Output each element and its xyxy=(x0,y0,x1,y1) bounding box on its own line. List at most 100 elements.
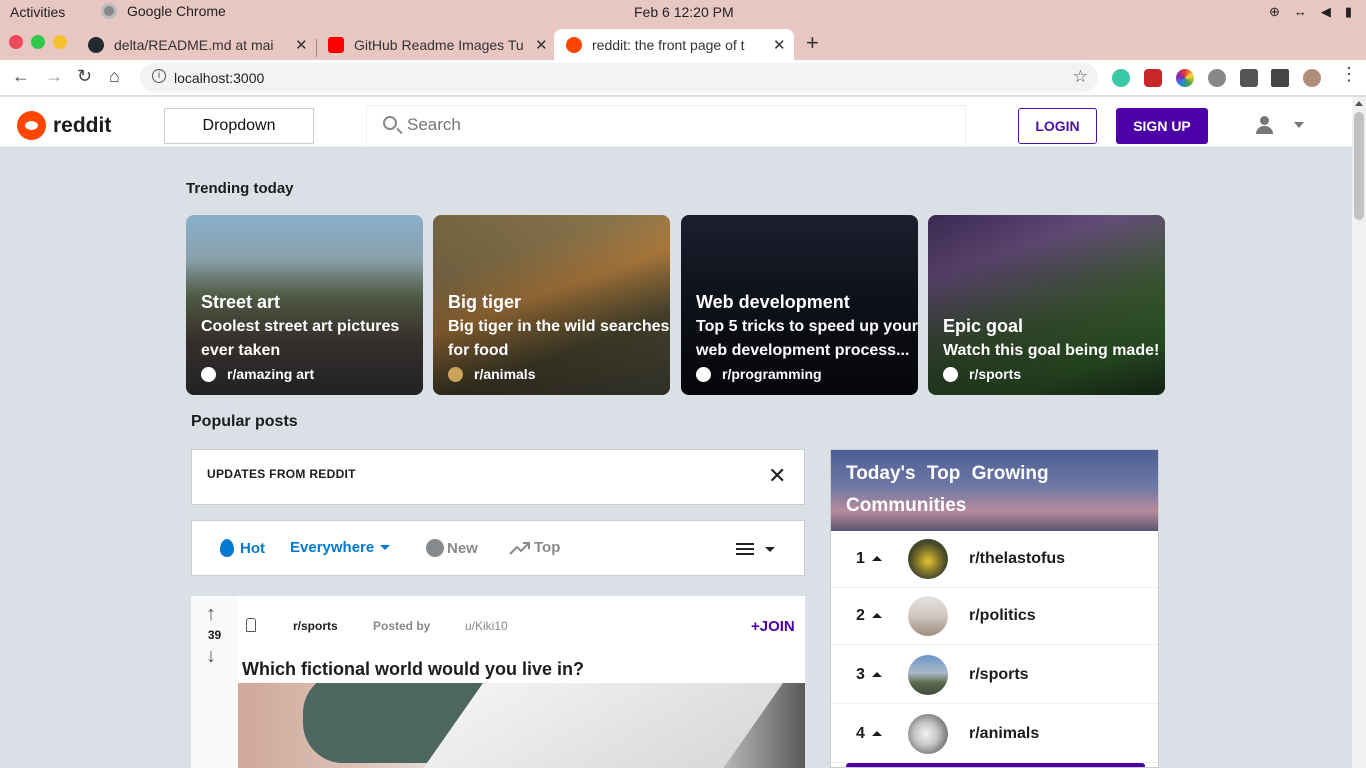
post-subreddit-link[interactable]: r/sports xyxy=(293,619,338,633)
system-tray[interactable]: ⊕ ↔ ◀ ▮ xyxy=(1269,4,1352,20)
community-row[interactable]: 3 r/sports xyxy=(831,647,1158,704)
reddit-logo-icon[interactable] xyxy=(17,111,46,140)
extension-icon[interactable] xyxy=(1144,69,1162,87)
card-description: Big tiger in the wild searches for food xyxy=(448,318,670,359)
view-layout-button[interactable] xyxy=(736,541,780,557)
network-icon[interactable]: ↔ xyxy=(1294,4,1307,20)
browser-menu-icon[interactable]: ⋮ xyxy=(1340,64,1358,85)
clock[interactable]: Feb 6 12:20 PM xyxy=(634,4,734,20)
community-rank: 4 xyxy=(856,725,865,742)
user-menu-button[interactable] xyxy=(1254,114,1314,136)
view-all-button[interactable] xyxy=(846,763,1145,767)
search-input[interactable] xyxy=(407,115,947,135)
sort-new-button[interactable]: New xyxy=(426,539,478,557)
close-window-icon[interactable] xyxy=(9,35,23,49)
close-tab-icon[interactable]: ✕ xyxy=(773,36,786,54)
tab-reddit[interactable]: reddit: the front page of t ✕ xyxy=(554,29,794,60)
downvote-icon[interactable]: ↓ xyxy=(206,646,216,666)
trending-card-web-development[interactable]: Web development Top 5 tricks to speed up… xyxy=(681,215,918,395)
login-button[interactable]: LOGIN xyxy=(1018,108,1097,144)
card-subreddit: r/amazing art xyxy=(201,366,314,382)
sort-top-button[interactable]: Top xyxy=(509,539,560,556)
community-row[interactable]: 2 r/politics xyxy=(831,588,1158,645)
github-icon xyxy=(88,36,104,53)
post-author-link[interactable]: u/Kiki10 xyxy=(465,619,508,633)
bookmark-star-icon[interactable]: ☆ xyxy=(1073,67,1088,87)
community-name[interactable]: r/thelastofus xyxy=(969,550,1065,568)
trending-card-street-art[interactable]: Street art Coolest street art pictures e… xyxy=(186,215,423,395)
scrollbar-thumb[interactable] xyxy=(1354,112,1364,220)
posted-by-label: Posted by xyxy=(373,619,431,633)
close-icon[interactable]: ✕ xyxy=(768,465,786,487)
reload-icon[interactable]: ↻ xyxy=(77,66,92,87)
location-dropdown[interactable]: Everywhere xyxy=(290,539,391,556)
volume-icon[interactable]: ◀ xyxy=(1321,4,1331,20)
page-scrollbar[interactable] xyxy=(1352,97,1366,768)
card-subreddit: r/animals xyxy=(448,366,535,382)
community-name[interactable]: r/animals xyxy=(969,725,1039,743)
reddit-icon xyxy=(566,36,582,53)
reddit-wordmark[interactable]: reddit xyxy=(53,114,111,138)
new-burst-icon xyxy=(426,539,444,557)
tab-github-images[interactable]: GitHub Readme Images Tu ✕ xyxy=(316,29,554,60)
battery-icon[interactable]: ▮ xyxy=(1345,4,1352,20)
post-title[interactable]: Which fictional world would you live in? xyxy=(242,659,584,680)
sort-hot-button[interactable]: Hot xyxy=(220,539,265,557)
card-title: Epic goal xyxy=(943,316,1024,336)
minimize-window-icon[interactable] xyxy=(53,35,67,49)
community-rank: 1 xyxy=(856,550,865,567)
new-tab-icon[interactable]: + xyxy=(806,30,819,56)
home-icon[interactable]: ⌂ xyxy=(109,66,120,87)
community-name[interactable]: r/politics xyxy=(969,607,1036,625)
vote-column: ↑ 39 ↓ xyxy=(191,596,238,768)
user-icon-body xyxy=(1256,126,1273,134)
upvote-icon[interactable]: ↑ xyxy=(206,604,216,624)
reddit-header: reddit Dropdown LOGIN SIGN UP xyxy=(0,97,1352,147)
community-avatar xyxy=(908,596,948,636)
bug-extension-icon[interactable] xyxy=(1208,69,1226,87)
community-name[interactable]: r/sports xyxy=(969,666,1029,684)
signup-button[interactable]: SIGN UP xyxy=(1116,108,1208,144)
activities-button[interactable]: Activities xyxy=(10,4,65,20)
community-rank: 3 xyxy=(856,666,865,683)
address-bar[interactable]: i localhost:3000 ☆ xyxy=(140,63,1098,92)
trending-card-big-tiger[interactable]: Big tiger Big tiger in the wild searches… xyxy=(433,215,670,395)
trending-card-epic-goal[interactable]: Epic goal Watch this goal being made! r/… xyxy=(928,215,1165,395)
url-text[interactable]: localhost:3000 xyxy=(174,70,264,86)
profile-avatar[interactable] xyxy=(1303,69,1321,87)
subreddit-icon xyxy=(943,366,958,382)
media-controls-icon[interactable] xyxy=(1271,69,1289,87)
card-description: Top 5 tricks to speed up your web develo… xyxy=(696,318,918,359)
search-bar[interactable] xyxy=(366,105,966,147)
community-avatar xyxy=(908,539,948,579)
close-tab-icon[interactable]: ✕ xyxy=(535,36,548,54)
community-rank: 2 xyxy=(856,607,865,624)
color-picker-extension-icon[interactable] xyxy=(1176,69,1194,87)
extensions-puzzle-icon[interactable] xyxy=(1240,69,1258,87)
forward-icon[interactable]: → xyxy=(45,66,63,87)
site-info-icon[interactable]: i xyxy=(152,69,166,83)
tab-github-readme[interactable]: delta/README.md at mai ✕ xyxy=(76,29,314,60)
join-button[interactable]: +JOIN xyxy=(751,618,795,635)
extension-icon[interactable] xyxy=(1112,69,1130,87)
app-menu[interactable]: Google Chrome xyxy=(101,3,226,19)
tab-title: GitHub Readme Images Tu xyxy=(354,36,524,53)
community-row[interactable]: 4 r/animals xyxy=(831,706,1158,763)
post-image[interactable] xyxy=(238,683,805,768)
community-row[interactable]: 1 r/thelastofus xyxy=(831,531,1158,588)
accessibility-icon[interactable]: ⊕ xyxy=(1269,4,1280,20)
post-card[interactable]: ↑ 39 ↓ r/sports Posted by u/Kiki10 +JOIN… xyxy=(191,596,805,768)
subreddit-icon xyxy=(448,366,463,382)
maximize-window-icon[interactable] xyxy=(31,35,45,49)
scroll-up-icon[interactable] xyxy=(1355,101,1363,106)
community-avatar xyxy=(908,714,948,754)
youtube-icon xyxy=(328,36,344,53)
close-tab-icon[interactable]: ✕ xyxy=(295,36,308,54)
top-communities-widget: Today's Top Growing Communities 1 r/thel… xyxy=(830,449,1159,768)
back-icon[interactable]: ← xyxy=(12,66,30,87)
chevron-down-icon xyxy=(765,547,775,552)
updates-banner: UPDATES FROM REDDIT ✕ xyxy=(191,449,805,505)
system-top-bar: Activities Google Chrome Feb 6 12:20 PM … xyxy=(0,0,1366,25)
caret-up-icon xyxy=(872,556,882,561)
feed-dropdown-button[interactable]: Dropdown xyxy=(164,108,314,144)
